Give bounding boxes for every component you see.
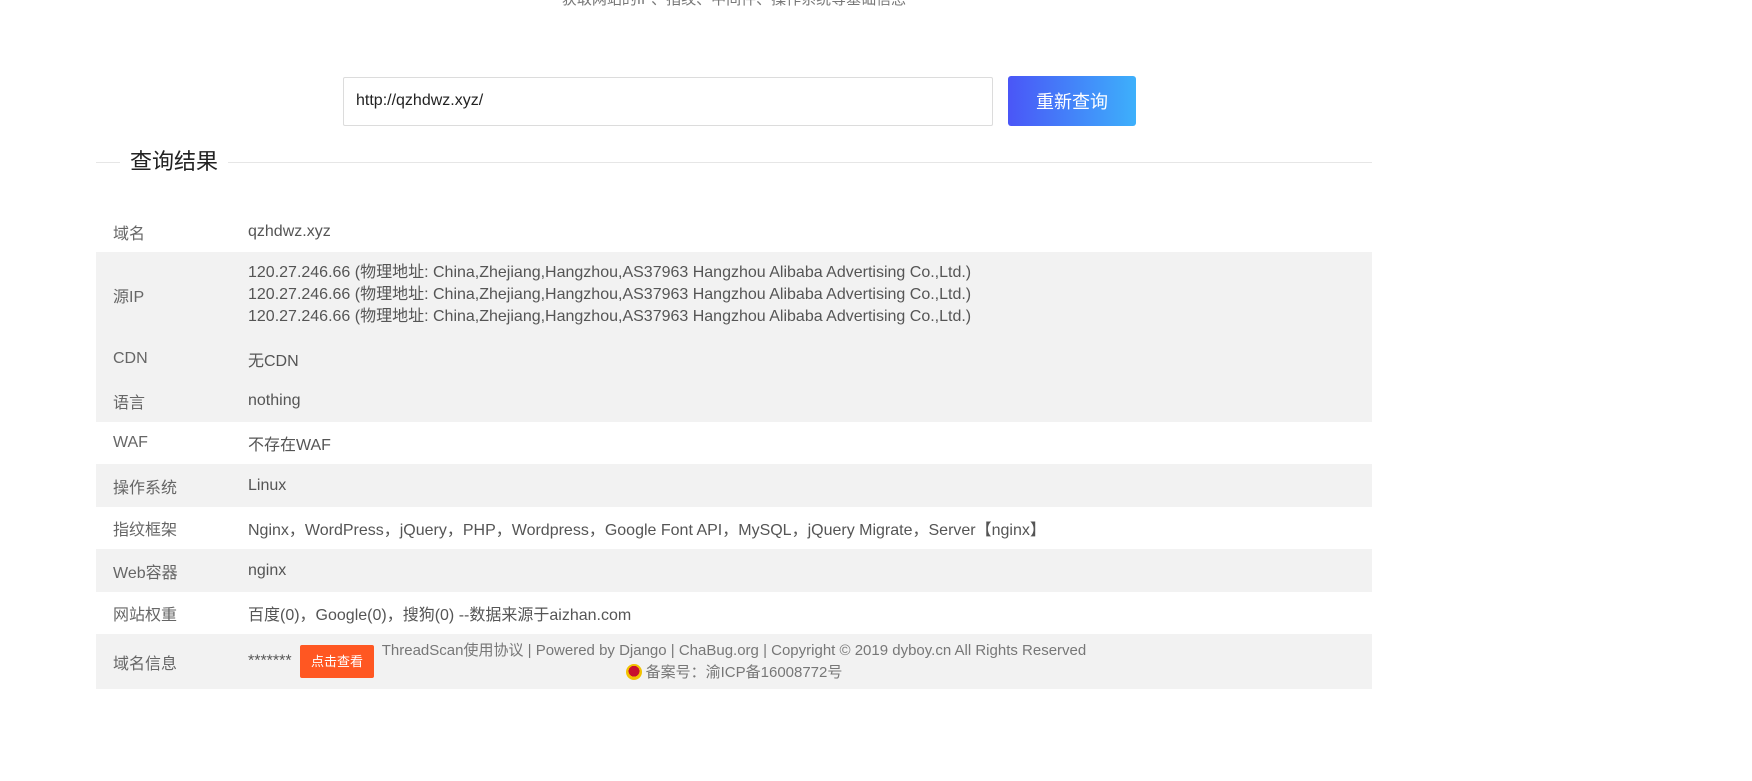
row-label: 指纹框架 — [113, 522, 178, 539]
row-label: 网站权重 — [113, 607, 178, 624]
results-table: 域名 qzhdwz.xyz 源IP 120.27.246.66 (物理地址: C… — [96, 211, 1372, 689]
page: 获取网站的IP、指纹、中间件、操作系统等基础信息 重新查询 查询结果 域名 qz… — [0, 0, 1752, 781]
ip-line: 120.27.246.66 (物理地址: China,Zhejiang,Hang… — [248, 308, 972, 325]
row-value: 120.27.246.66 (物理地址: China,Zhejiang,Hang… — [248, 252, 1372, 338]
row-value: 无CDN — [248, 353, 299, 370]
table-row-language: 语言 nothing — [96, 380, 1372, 422]
footer-links: ThreadScan使用协议 | Powered by Django | Cha… — [381, 642, 1087, 659]
row-value: Linux — [248, 476, 287, 494]
row-value: 不存在WAF — [248, 437, 331, 454]
icp-link[interactable]: 备案号：渝ICP备16008772号 — [646, 664, 843, 681]
search-bar: 重新查询 — [343, 76, 1136, 126]
row-value: nginx — [248, 561, 287, 579]
row-value: qzhdwz.xyz — [248, 222, 331, 240]
table-row-os: 操作系统 Linux — [96, 464, 1372, 507]
results-section-header: 查询结果 — [96, 147, 1372, 177]
section-divider — [96, 162, 1372, 163]
table-row-waf: WAF 不存在WAF — [96, 422, 1372, 464]
row-label: 域名 — [113, 225, 146, 243]
row-label: WAF — [113, 434, 148, 451]
police-badge-icon — [625, 664, 642, 680]
table-row-fingerprint: 指纹框架 Nginx，WordPress，jQuery，PHP，Wordpres… — [96, 507, 1372, 549]
table-row-web-container: Web容器 nginx — [96, 549, 1372, 592]
table-row-domain: 域名 qzhdwz.xyz — [96, 211, 1372, 252]
row-label: 语言 — [113, 395, 146, 412]
footer: ThreadScan使用协议 | Powered by Django | Cha… — [250, 640, 1218, 684]
requery-button[interactable]: 重新查询 — [1008, 76, 1136, 126]
table-row-cdn: CDN 无CDN — [96, 338, 1372, 380]
row-value: 百度(0)，Google(0)，搜狗(0) --数据来源于aizhan.com — [248, 607, 632, 624]
ip-line: 120.27.246.66 (物理地址: China,Zhejiang,Hang… — [248, 286, 972, 303]
row-label: Web容器 — [113, 564, 178, 582]
row-label: 源IP — [113, 289, 145, 306]
row-value: nothing — [248, 392, 301, 409]
row-label: CDN — [113, 350, 148, 367]
ip-line: 120.27.246.66 (物理地址: China,Zhejiang,Hang… — [248, 264, 972, 281]
row-value: Nginx，WordPress，jQuery，PHP，Wordpress，Goo… — [248, 522, 1046, 539]
table-row-site-weight: 网站权重 百度(0)，Google(0)，搜狗(0) --数据来源于aizhan… — [96, 592, 1372, 634]
section-title: 查询结果 — [120, 147, 229, 177]
table-row-source-ip: 源IP 120.27.246.66 (物理地址: China,Zhejiang,… — [96, 252, 1372, 338]
page-subtitle: 获取网站的IP、指纹、中间件、操作系统等基础信息 — [0, 0, 1468, 8]
row-label: 操作系统 — [113, 479, 178, 497]
url-input[interactable] — [343, 76, 993, 126]
row-label: 域名信息 — [113, 655, 178, 673]
footer-icp: 备案号：渝ICP备16008772号 — [250, 662, 1218, 684]
